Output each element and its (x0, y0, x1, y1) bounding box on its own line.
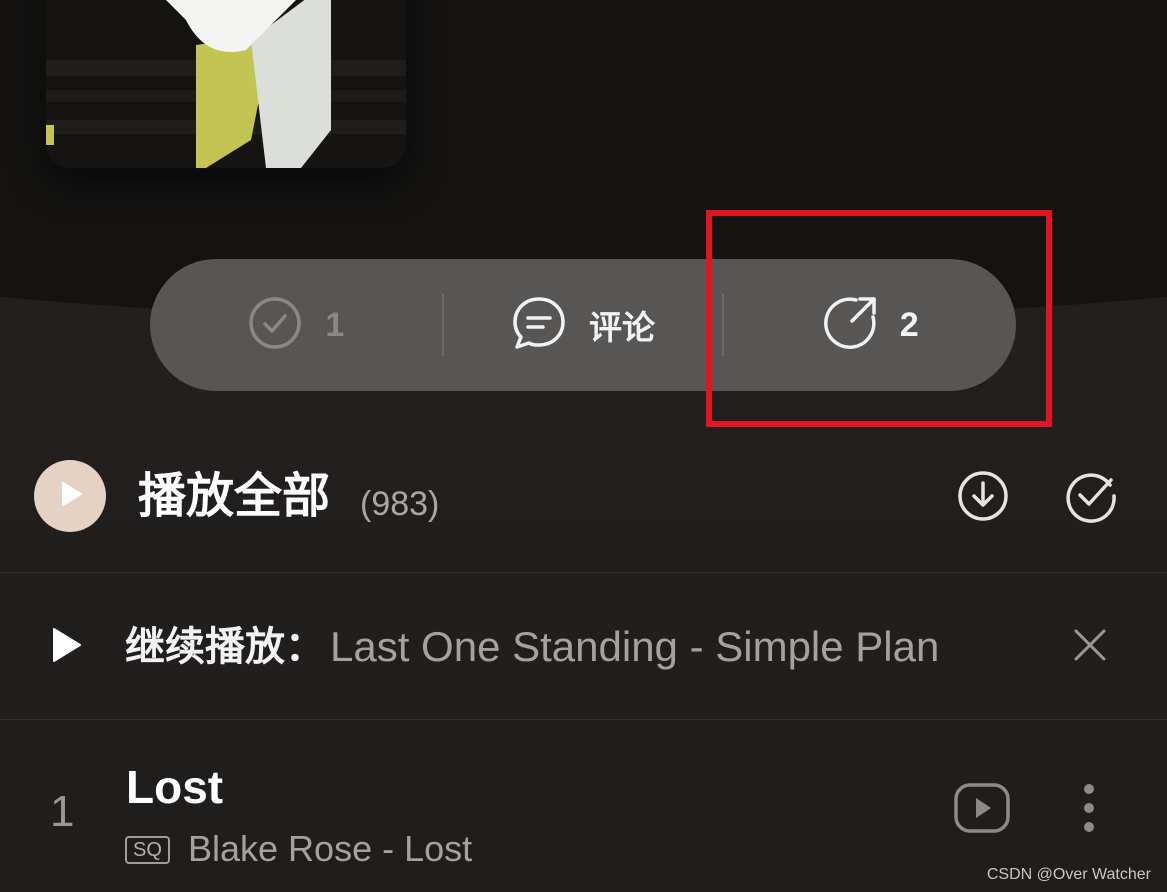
song-title: Lost (126, 761, 224, 813)
download-circle-icon (956, 469, 1010, 527)
comment-button[interactable]: 评论 (444, 259, 723, 391)
quality-badge: SQ (125, 836, 170, 864)
play-all-row: 播放全部 (983) (0, 432, 1167, 572)
close-icon (1072, 627, 1108, 667)
watermark: CSDN @Over Watcher (986, 866, 1151, 883)
download-button[interactable] (955, 470, 1011, 526)
more-button[interactable] (1074, 782, 1104, 838)
video-play-icon (953, 782, 1011, 838)
share-button[interactable]: 2 (724, 259, 1016, 391)
continue-play-track: Last One Standing - Simple Plan (330, 623, 940, 670)
album-cover[interactable] (46, 0, 406, 168)
collect-count: 1 (325, 305, 345, 344)
continue-play-label: 继续播放： (125, 624, 325, 670)
share-arrow-icon (822, 295, 878, 355)
song-count: (983) (360, 485, 440, 523)
share-count: 2 (899, 305, 919, 344)
collect-button[interactable]: 1 (150, 259, 442, 391)
playlist-screen: 1 评论 2 播放全部 (983) 继续播放： Last One Standin… (0, 0, 1167, 892)
play-all-button[interactable] (34, 460, 106, 532)
more-vertical-icon (1082, 781, 1096, 839)
close-continue-button[interactable] (1068, 625, 1112, 669)
comment-label: 评论 (589, 308, 655, 347)
play-icon (54, 478, 86, 514)
check-circle-icon (247, 295, 303, 355)
song-index: 1 (50, 787, 75, 836)
mv-button[interactable] (952, 782, 1012, 838)
play-icon (48, 625, 84, 665)
song-artist-album: Blake Rose - Lost (188, 828, 473, 869)
chat-bubble-icon (511, 295, 567, 355)
continue-play-row[interactable]: 继续播放： Last One Standing - Simple Plan (0, 573, 1167, 719)
play-all-label[interactable]: 播放全部 (138, 466, 330, 526)
action-bar: 1 评论 2 (150, 259, 1016, 391)
multi-select-button[interactable] (1063, 470, 1119, 526)
check-circle-icon (1064, 469, 1118, 527)
